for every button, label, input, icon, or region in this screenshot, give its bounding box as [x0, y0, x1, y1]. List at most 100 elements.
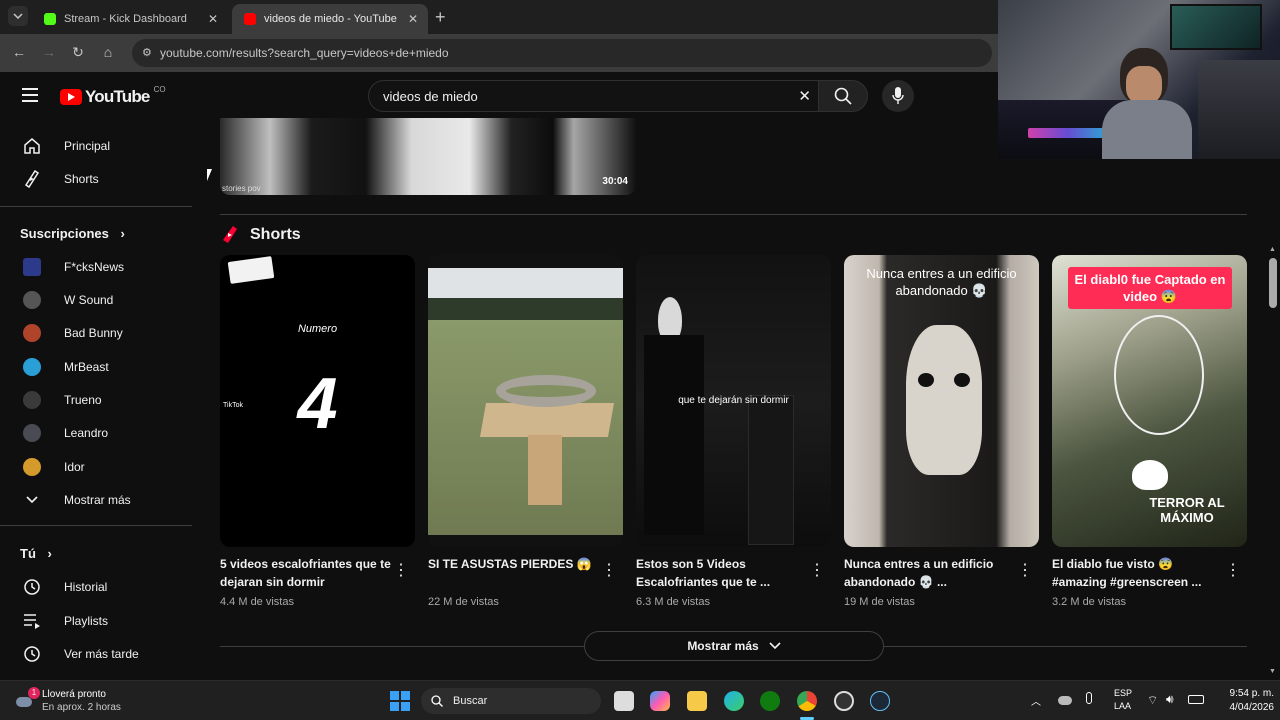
- tab-search-chevron-icon[interactable]: [8, 6, 28, 26]
- short-title[interactable]: Estos son 5 Videos Escalofriantes que te…: [636, 555, 811, 591]
- tab-label: Stream - Kick Dashboard: [64, 13, 187, 25]
- tab-youtube[interactable]: videos de miedo - YouTube ✕: [232, 4, 428, 34]
- tab-kick-dashboard[interactable]: Stream - Kick Dashboard ✕: [32, 4, 228, 34]
- search-input[interactable]: videos de miedo ✕: [368, 80, 820, 112]
- sidebar-item-subscription[interactable]: Leandro: [12, 416, 182, 450]
- short-title[interactable]: 5 videos escalofriantes que te dejaran s…: [220, 555, 395, 591]
- ghost-eye-right: [954, 373, 970, 387]
- you-heading[interactable]: Tú ›: [20, 546, 52, 561]
- chevron-right-icon: ›: [47, 546, 52, 561]
- copilot-icon[interactable]: [650, 691, 670, 711]
- short-title[interactable]: El diablo fue visto 😨 #amazing #greenscr…: [1052, 555, 1227, 591]
- chevron-down-icon: [769, 642, 781, 650]
- clock-time[interactable]: 9:54 p. m.: [1218, 688, 1274, 699]
- video-watermark: stories pov: [222, 184, 261, 193]
- close-tab-icon[interactable]: ✕: [408, 12, 418, 26]
- edge-icon[interactable]: [724, 691, 744, 711]
- weather-badge: 1: [28, 687, 40, 699]
- webcam-shelf: [1198, 60, 1280, 159]
- clear-search-icon[interactable]: ✕: [798, 87, 811, 105]
- wifi-icon[interactable]: ⌔: [1147, 693, 1158, 708]
- show-more-subscriptions[interactable]: Mostrar más: [12, 483, 182, 517]
- onedrive-icon[interactable]: [1058, 696, 1072, 705]
- more-options-icon[interactable]: ⋮: [601, 560, 617, 580]
- short-thumbnail[interactable]: Numero 4 TikTok: [220, 255, 415, 547]
- short-views: 6.3 M de vistas: [636, 596, 710, 608]
- watch-later-icon: [20, 645, 44, 663]
- site-info-icon[interactable]: ⚙: [142, 46, 152, 59]
- task-view-icon[interactable]: [614, 691, 634, 711]
- obs-icon[interactable]: [834, 691, 854, 711]
- short-thumbnail[interactable]: [428, 255, 623, 547]
- video-thumbnail[interactable]: stories pov 30:04: [220, 118, 636, 195]
- weather-subtitle: En aprox. 2 horas: [42, 702, 121, 713]
- steam-icon[interactable]: [870, 691, 890, 711]
- sidebar-item-subscription[interactable]: W Sound: [12, 283, 182, 317]
- voice-search-button[interactable]: [882, 80, 914, 112]
- search-button[interactable]: [818, 80, 868, 112]
- short-thumbnail[interactable]: que te dejarán sin dormir: [636, 255, 831, 547]
- taskbar-search-label: Buscar: [453, 695, 488, 707]
- volume-icon[interactable]: 🔊︎: [1166, 692, 1174, 707]
- short-title[interactable]: Nunca entres a un edificio abandonado 💀 …: [844, 555, 1019, 591]
- sidebar-item-shorts[interactable]: Shorts: [12, 162, 182, 196]
- ghost-face: [906, 325, 982, 475]
- windows-taskbar: 1 Lloverá pronto En aprox. 2 horas Busca…: [0, 680, 1280, 720]
- youtube-logo[interactable]: YouTube CO: [60, 85, 166, 107]
- more-options-icon[interactable]: ⋮: [1225, 560, 1241, 580]
- scroll-up-arrow-icon[interactable]: ▲: [1269, 246, 1276, 253]
- sidebar-item-playlists[interactable]: Playlists: [12, 604, 182, 638]
- show-hidden-icons[interactable]: ︿: [1031, 693, 1041, 708]
- sidebar-item-subscription[interactable]: F*cksNews: [12, 250, 182, 284]
- sidebar-item-subscription[interactable]: Trueno: [12, 383, 182, 417]
- sidebar-item-label: Mostrar más: [64, 493, 131, 507]
- more-options-icon[interactable]: ⋮: [1017, 560, 1033, 580]
- microphone-tray-icon[interactable]: [1086, 692, 1092, 704]
- short-title[interactable]: SI TE ASUSTAS PIERDES 😱: [428, 555, 603, 573]
- channel-avatar: [23, 424, 41, 442]
- sidebar-item-label: Principal: [64, 139, 111, 153]
- url-field[interactable]: ⚙ youtube.com/results?search_query=video…: [132, 39, 992, 67]
- short-thumbnail[interactable]: El diabl0 fue Captado en video 😨 TERROR …: [1052, 255, 1247, 547]
- short-views: 22 M de vistas: [428, 596, 499, 608]
- sidebar-item-historial[interactable]: Historial: [12, 570, 182, 604]
- sidebar-item-subscription[interactable]: MrBeast: [12, 350, 182, 384]
- xbox-icon[interactable]: [760, 691, 780, 711]
- sidebar-item-label: Playlists: [64, 614, 109, 628]
- channel-avatar: [23, 258, 41, 276]
- history-icon: [20, 578, 44, 596]
- language-top[interactable]: ESP: [1114, 688, 1132, 698]
- forward-icon[interactable]: →: [40, 44, 58, 60]
- more-options-icon[interactable]: ⋮: [393, 560, 409, 580]
- battery-icon[interactable]: [1188, 695, 1204, 704]
- table-leg: [528, 435, 562, 505]
- taskbar-search[interactable]: Buscar: [421, 688, 601, 714]
- sidebar-item-principal[interactable]: Principal: [12, 129, 182, 163]
- more-options-icon[interactable]: ⋮: [809, 560, 825, 580]
- page-scrollbar[interactable]: [1269, 258, 1277, 308]
- start-button[interactable]: [390, 691, 410, 711]
- comment-sticker: [227, 256, 275, 284]
- you-heading-label: Tú: [20, 546, 36, 561]
- home-browser-icon[interactable]: ⌂: [99, 44, 117, 60]
- sidebar-item-watch-later[interactable]: Ver más tarde: [12, 637, 182, 671]
- sidebar-item-subscription[interactable]: Bad Bunny: [12, 316, 182, 350]
- file-explorer-icon[interactable]: [687, 691, 707, 711]
- channel-avatar: [23, 391, 41, 409]
- clock-date[interactable]: 4/04/2026: [1218, 702, 1275, 713]
- menu-icon[interactable]: [22, 88, 38, 102]
- scroll-down-arrow-icon[interactable]: ▼: [1269, 668, 1276, 675]
- close-tab-icon[interactable]: ✕: [208, 12, 218, 26]
- show-more-shorts-button[interactable]: Mostrar más: [584, 631, 884, 661]
- back-icon[interactable]: ←: [10, 44, 28, 60]
- weather-widget[interactable]: 1 Lloverá pronto En aprox. 2 horas: [14, 687, 174, 715]
- subscriptions-heading[interactable]: Suscripciones ›: [20, 226, 125, 241]
- sidebar: Principal Shorts Suscripciones › F*cksNe…: [0, 118, 192, 678]
- language-bottom[interactable]: LAA: [1114, 701, 1131, 711]
- sidebar-item-subscription[interactable]: Idor: [12, 450, 182, 484]
- chrome-icon[interactable]: [797, 691, 817, 711]
- new-tab-icon[interactable]: +: [435, 7, 446, 28]
- short-thumbnail[interactable]: Nunca entres a un edificio abandonado 💀: [844, 255, 1039, 547]
- reload-icon[interactable]: ↻: [69, 44, 87, 61]
- short-views: 4.4 M de vistas: [220, 596, 294, 608]
